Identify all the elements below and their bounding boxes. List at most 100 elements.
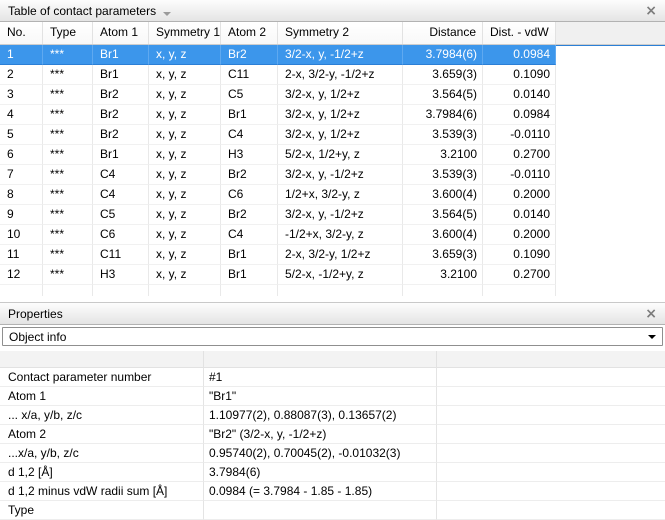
cell-distance[interactable]: 3.659(3) xyxy=(403,65,483,85)
cell-atom2[interactable]: C5 xyxy=(221,85,278,105)
table-row[interactable]: 2 *** Br1 x, y, z C11 2-x, 3/2-y, -1/2+z… xyxy=(0,65,665,85)
table-row[interactable]: 4 *** Br2 x, y, z Br1 3/2-x, y, 1/2+z 3.… xyxy=(0,105,665,125)
cell-symmetry2[interactable]: 5/2-x, -1/2+y, z xyxy=(278,265,403,285)
cell-atom1[interactable]: H3 xyxy=(93,265,149,285)
cell-no[interactable]: 3 xyxy=(0,85,43,105)
cell-type[interactable]: *** xyxy=(43,165,93,185)
cell-dist-vdw[interactable]: -0.0110 xyxy=(483,125,556,145)
chevron-down-icon[interactable] xyxy=(648,335,656,339)
cell-type[interactable]: *** xyxy=(43,245,93,265)
properties-pane-caption[interactable]: Properties × xyxy=(0,302,665,325)
cell-dist-vdw[interactable]: 0.0140 xyxy=(483,205,556,225)
column-header-distance[interactable]: Distance xyxy=(403,22,483,44)
cell-atom2[interactable]: Br2 xyxy=(221,205,278,225)
cell-atom2[interactable]: Br1 xyxy=(221,265,278,285)
column-header-no[interactable]: No. xyxy=(0,22,43,44)
cell-atom2[interactable]: C11 xyxy=(221,65,278,85)
cell-symmetry2[interactable]: 1/2+x, 3/2-y, z xyxy=(278,185,403,205)
cell-symmetry2[interactable]: 3/2-x, y, 1/2+z xyxy=(278,105,403,125)
table-row[interactable]: 1 *** Br1 x, y, z Br2 3/2-x, y, -1/2+z 3… xyxy=(0,45,665,65)
cell-distance[interactable]: 3.600(4) xyxy=(403,185,483,205)
column-header-type[interactable]: Type xyxy=(43,22,93,44)
cell-atom2[interactable]: C4 xyxy=(221,225,278,245)
cell-dist-vdw[interactable]: -0.0110 xyxy=(483,165,556,185)
cell-type[interactable]: *** xyxy=(43,265,93,285)
cell-no[interactable]: 8 xyxy=(0,185,43,205)
cell-distance[interactable]: 3.7984(6) xyxy=(403,45,483,65)
cell-symmetry1[interactable]: x, y, z xyxy=(149,125,221,145)
cell-dist-vdw[interactable]: 0.0140 xyxy=(483,85,556,105)
cell-atom1[interactable]: Br1 xyxy=(93,45,149,65)
cell-symmetry1[interactable]: x, y, z xyxy=(149,225,221,245)
cell-dist-vdw[interactable]: 0.2000 xyxy=(483,225,556,245)
cell-no[interactable]: 2 xyxy=(0,65,43,85)
cell-no[interactable]: 12 xyxy=(0,265,43,285)
cell-symmetry2[interactable]: 3/2-x, y, 1/2+z xyxy=(278,125,403,145)
cell-distance[interactable]: 3.564(5) xyxy=(403,85,483,105)
close-icon[interactable]: × xyxy=(645,4,657,18)
table-row[interactable]: 6 *** Br1 x, y, z H3 5/2-x, 1/2+y, z 3.2… xyxy=(0,145,665,165)
cell-atom2[interactable]: Br1 xyxy=(221,245,278,265)
cell-atom1[interactable]: Br2 xyxy=(93,105,149,125)
cell-no[interactable]: 9 xyxy=(0,205,43,225)
cell-atom2[interactable]: C6 xyxy=(221,185,278,205)
cell-symmetry2[interactable]: 3/2-x, y, 1/2+z xyxy=(278,85,403,105)
cell-atom1[interactable]: C6 xyxy=(93,225,149,245)
cell-no[interactable]: 11 xyxy=(0,245,43,265)
table-row[interactable]: 10 *** C6 x, y, z C4 -1/2+x, 3/2-y, z 3.… xyxy=(0,225,665,245)
cell-symmetry1[interactable]: x, y, z xyxy=(149,205,221,225)
cell-no[interactable]: 1 xyxy=(0,45,43,65)
cell-atom1[interactable]: Br2 xyxy=(93,85,149,105)
cell-type[interactable]: *** xyxy=(43,45,93,65)
cell-symmetry1[interactable]: x, y, z xyxy=(149,85,221,105)
table-row[interactable]: 7 *** C4 x, y, z Br2 3/2-x, y, -1/2+z 3.… xyxy=(0,165,665,185)
cell-symmetry1[interactable]: x, y, z xyxy=(149,65,221,85)
cell-atom1[interactable]: C4 xyxy=(93,165,149,185)
cell-atom2[interactable]: Br2 xyxy=(221,165,278,185)
cell-type[interactable]: *** xyxy=(43,125,93,145)
cell-distance[interactable]: 3.7984(6) xyxy=(403,105,483,125)
cell-atom2[interactable]: C4 xyxy=(221,125,278,145)
table-row[interactable]: 9 *** C5 x, y, z Br2 3/2-x, y, -1/2+z 3.… xyxy=(0,205,665,225)
cell-symmetry1[interactable]: x, y, z xyxy=(149,185,221,205)
cell-symmetry2[interactable]: -1/2+x, 3/2-y, z xyxy=(278,225,403,245)
cell-atom1[interactable]: Br2 xyxy=(93,125,149,145)
column-header-atom1[interactable]: Atom 1 xyxy=(93,22,149,44)
caption-menu-arrow-icon[interactable] xyxy=(163,12,171,16)
cell-type[interactable]: *** xyxy=(43,65,93,85)
cell-type[interactable]: *** xyxy=(43,145,93,165)
table-row[interactable]: 11 *** C11 x, y, z Br1 2-x, 3/2-y, 1/2+z… xyxy=(0,245,665,265)
cell-dist-vdw[interactable]: 0.1090 xyxy=(483,245,556,265)
cell-symmetry1[interactable]: x, y, z xyxy=(149,145,221,165)
cell-distance[interactable]: 3.659(3) xyxy=(403,245,483,265)
cell-atom1[interactable]: C11 xyxy=(93,245,149,265)
column-header-dist-vdw[interactable]: Dist. - vdW xyxy=(483,22,556,44)
table-row[interactable]: 5 *** Br2 x, y, z C4 3/2-x, y, 1/2+z 3.5… xyxy=(0,125,665,145)
cell-dist-vdw[interactable]: 0.0984 xyxy=(483,105,556,125)
cell-distance[interactable]: 3.2100 xyxy=(403,265,483,285)
cell-distance[interactable]: 3.2100 xyxy=(403,145,483,165)
cell-distance[interactable]: 3.564(5) xyxy=(403,205,483,225)
cell-dist-vdw[interactable]: 0.1090 xyxy=(483,65,556,85)
cell-dist-vdw[interactable]: 0.0984 xyxy=(483,45,556,65)
cell-type[interactable]: *** xyxy=(43,225,93,245)
cell-symmetry2[interactable]: 2-x, 3/2-y, 1/2+z xyxy=(278,245,403,265)
cell-no[interactable]: 6 xyxy=(0,145,43,165)
table-row[interactable]: 8 *** C4 x, y, z C6 1/2+x, 3/2-y, z 3.60… xyxy=(0,185,665,205)
cell-atom2[interactable]: Br1 xyxy=(221,105,278,125)
cell-atom1[interactable]: C4 xyxy=(93,185,149,205)
table-row[interactable]: 3 *** Br2 x, y, z C5 3/2-x, y, 1/2+z 3.5… xyxy=(0,85,665,105)
cell-type[interactable]: *** xyxy=(43,185,93,205)
cell-distance[interactable]: 3.600(4) xyxy=(403,225,483,245)
cell-no[interactable]: 7 xyxy=(0,165,43,185)
cell-symmetry2[interactable]: 5/2-x, 1/2+y, z xyxy=(278,145,403,165)
cell-no[interactable]: 10 xyxy=(0,225,43,245)
cell-type[interactable]: *** xyxy=(43,105,93,125)
cell-symmetry2[interactable]: 3/2-x, y, -1/2+z xyxy=(278,45,403,65)
table-row[interactable]: 12 *** H3 x, y, z Br1 5/2-x, -1/2+y, z 3… xyxy=(0,265,665,285)
cell-symmetry2[interactable]: 2-x, 3/2-y, -1/2+z xyxy=(278,65,403,85)
cell-atom2[interactable]: H3 xyxy=(221,145,278,165)
cell-symmetry2[interactable]: 3/2-x, y, -1/2+z xyxy=(278,165,403,185)
cell-symmetry2[interactable]: 3/2-x, y, -1/2+z xyxy=(278,205,403,225)
cell-symmetry1[interactable]: x, y, z xyxy=(149,165,221,185)
